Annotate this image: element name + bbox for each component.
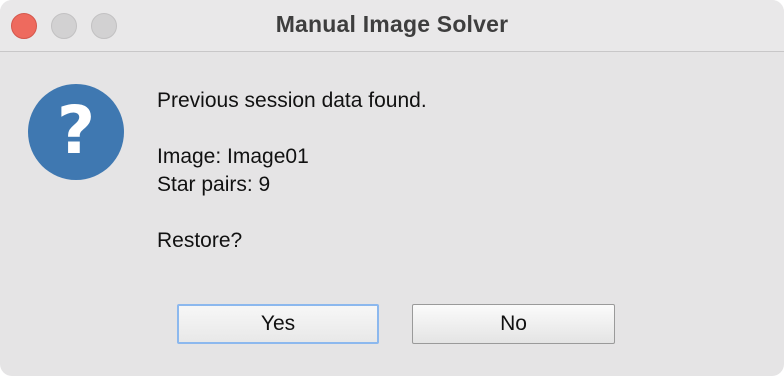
title-bar[interactable]: Manual Image Solver	[0, 0, 784, 52]
question-icon: ?	[28, 84, 124, 180]
dialog-window: Manual Image Solver ? Previous session d…	[0, 0, 784, 376]
question-icon-glyph: ?	[56, 92, 96, 169]
no-button[interactable]: No	[412, 304, 615, 344]
message-line-session: Previous session data found.	[157, 89, 427, 112]
message-line-restore: Restore?	[157, 229, 243, 252]
window-title: Manual Image Solver	[275, 11, 509, 37]
yes-button[interactable]: Yes	[177, 304, 379, 344]
message-line-star-pairs: Star pairs: 9	[157, 173, 271, 196]
message-line-image: Image: Image01	[157, 145, 309, 168]
